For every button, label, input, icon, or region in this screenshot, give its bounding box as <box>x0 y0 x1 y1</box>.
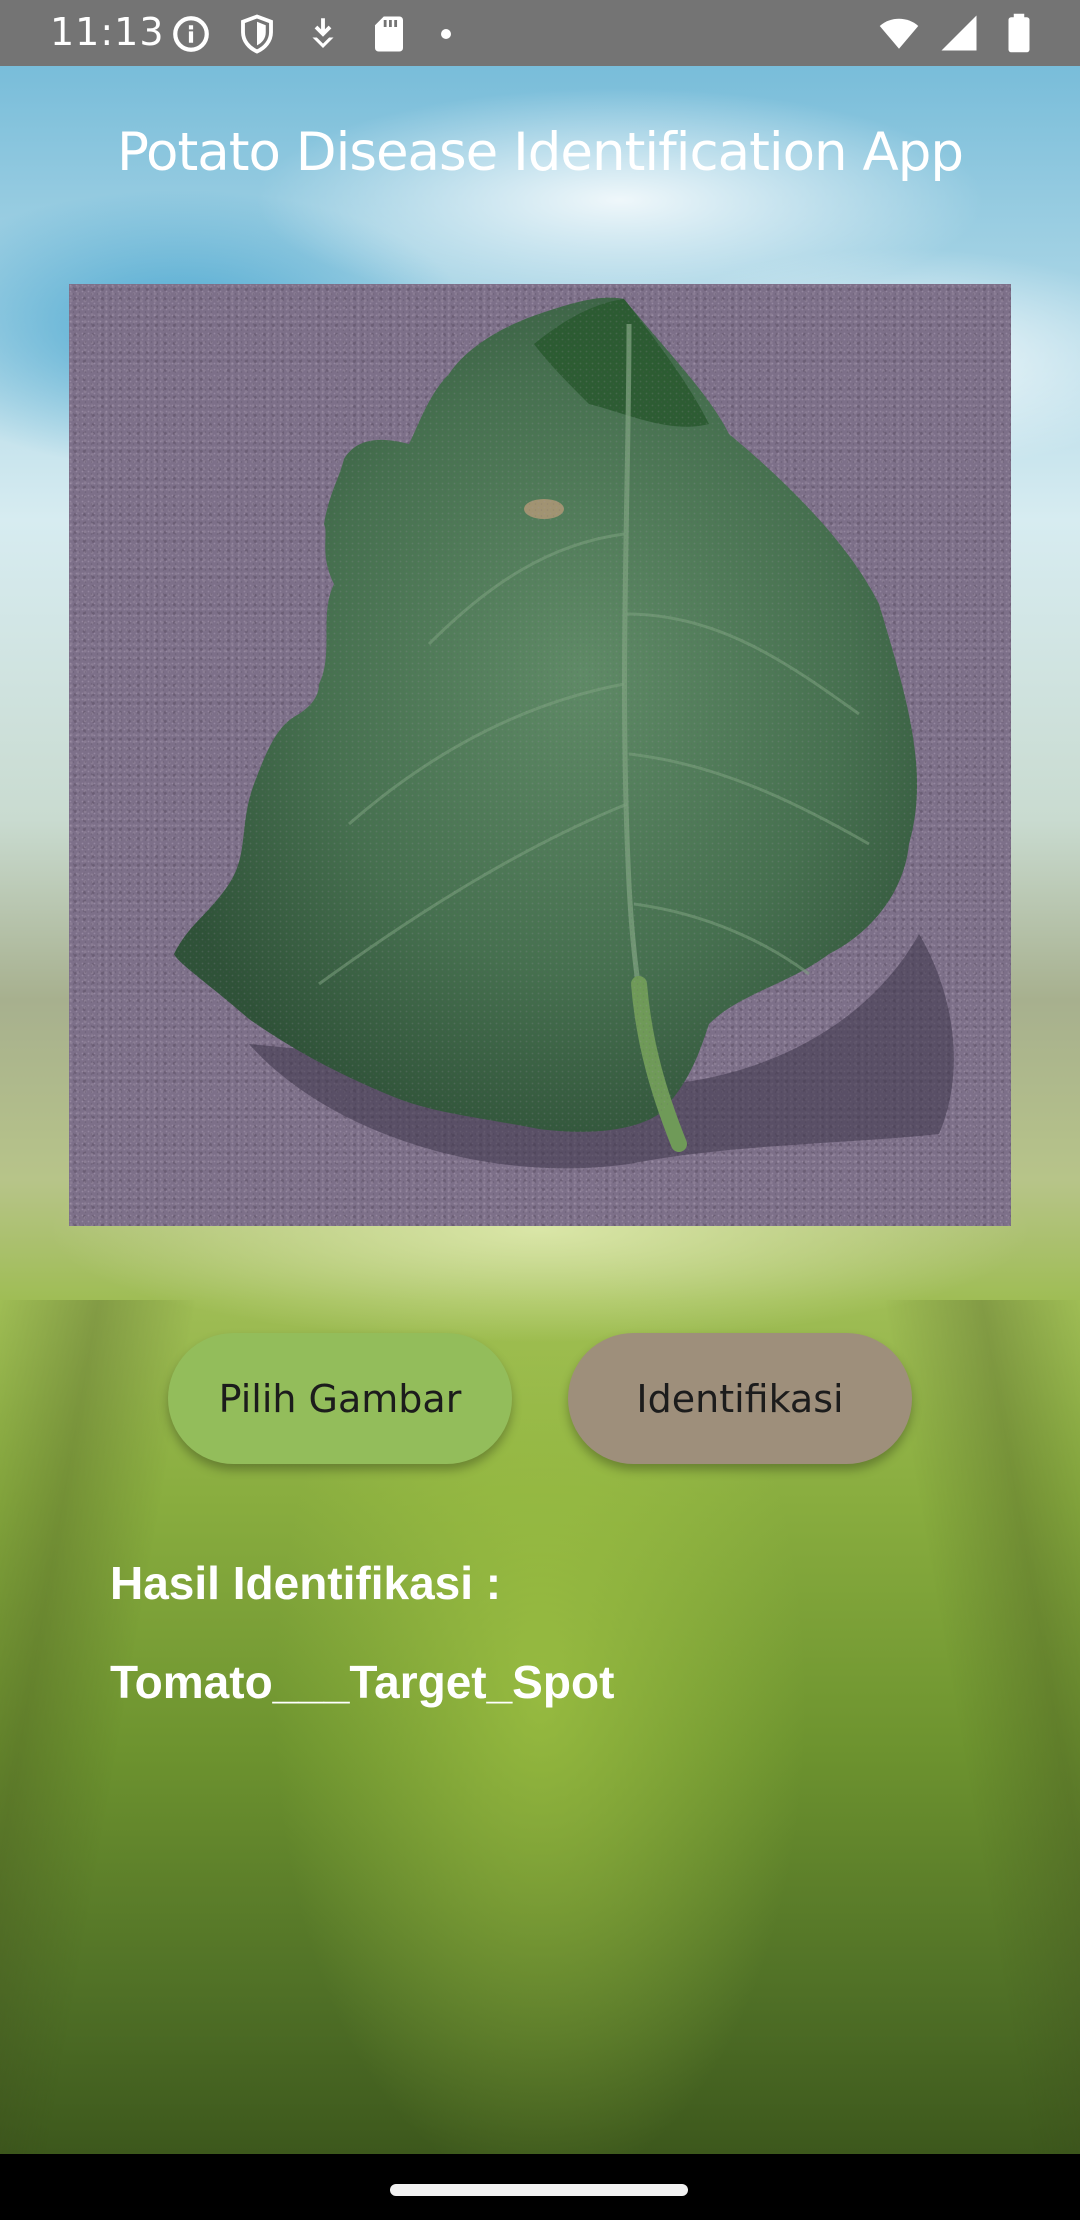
navigation-bar <box>0 2154 1080 2220</box>
leaf-image <box>69 284 1011 1226</box>
download-icon <box>312 18 334 48</box>
notification-icons <box>170 13 458 55</box>
status-bar: 11:13 <box>0 0 1080 66</box>
result-value: Tomato___Target_Spot <box>110 1656 615 1708</box>
result-heading: Hasil Identifikasi : <box>110 1557 502 1609</box>
app-title: Potato Disease Identification App <box>116 122 964 183</box>
leaf-illustration <box>69 284 1011 1226</box>
battery-icon <box>1008 13 1030 53</box>
sd-card-icon <box>375 16 403 52</box>
status-time: 11:13 <box>50 10 165 54</box>
info-icon <box>173 16 209 52</box>
home-gesture-handle[interactable] <box>390 2184 688 2196</box>
field-rows-overlay <box>0 1300 1080 2160</box>
shield-icon <box>241 14 273 54</box>
wifi-icon <box>879 18 919 49</box>
identify-button[interactable]: Identifikasi <box>568 1333 912 1464</box>
pick-image-button[interactable]: Pilih Gambar <box>168 1333 512 1464</box>
dot-icon <box>441 29 451 39</box>
system-icons <box>878 12 1040 54</box>
signal-icon <box>941 15 977 51</box>
app-screen: 11:13 Potato Disease Identification App … <box>0 0 1080 2220</box>
